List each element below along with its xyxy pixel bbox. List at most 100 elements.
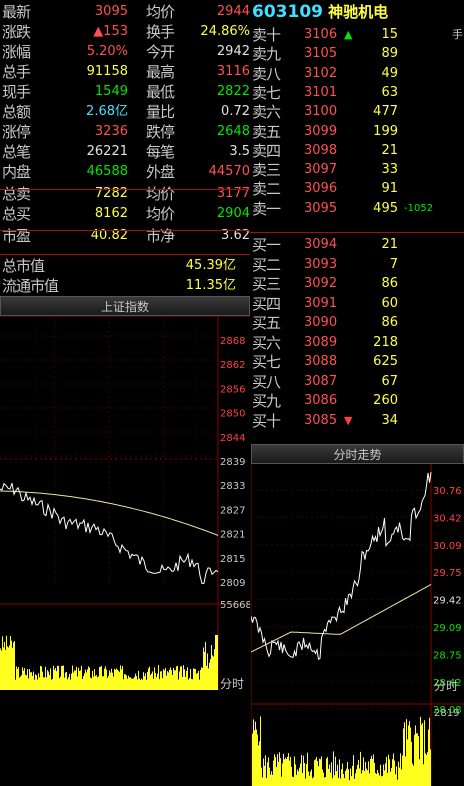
quote-value: 8162 xyxy=(94,206,128,221)
quote-value: 7282 xyxy=(94,186,128,201)
float-cap-row: 流通市值 11.35亿 xyxy=(0,276,250,296)
quote-label: 最低 xyxy=(146,83,175,101)
quote-label: 外盘 xyxy=(146,163,175,181)
divider xyxy=(0,189,250,190)
y-tick-label: 29.42 xyxy=(433,596,462,607)
quote-value: 0.72 xyxy=(221,104,250,119)
quote-label: 总笔 xyxy=(2,143,31,161)
stock-code: 603109 xyxy=(252,2,323,22)
orderbook-row[interactable]: 买十 3085 34 ▼ xyxy=(252,410,464,432)
divider xyxy=(0,254,250,255)
quote-row: 现手 1549 最低 2822 xyxy=(0,82,250,102)
quote-label: 现手 xyxy=(2,83,31,101)
orderbook-volume: 495 xyxy=(373,200,398,216)
quote-row: 内盘 46588 外盘 44570 xyxy=(0,162,250,182)
quote-value: 2904 xyxy=(216,206,250,221)
y-tick-label: 2844 xyxy=(220,433,245,444)
quote-label: 今开 xyxy=(146,43,175,61)
quote-value: 5.20% xyxy=(86,44,128,59)
quote-label: 总额 xyxy=(2,103,31,121)
stock-chart-title[interactable]: 分时走势 xyxy=(251,444,464,464)
quote-row: 涨幅 5.20% 今开 2942 xyxy=(0,42,250,62)
quote-row: 最新 3095 均价 2944 xyxy=(0,2,250,22)
y-tick-label: 2862 xyxy=(220,360,245,371)
quote-value: 2822 xyxy=(216,84,250,99)
quote-label: 涨幅 xyxy=(2,43,31,61)
quote-row: 总额 2.68亿 量比 0.72 xyxy=(0,102,250,122)
orderbook-volume: 34 xyxy=(381,412,398,428)
quote-label: 涨停 xyxy=(2,123,31,141)
quote-value: 3236 xyxy=(94,124,128,139)
quote-label: 总卖 xyxy=(2,185,31,203)
quote-row: 总买 8162 均价 2904 xyxy=(0,204,250,224)
quote-row: 涨跌 ▲153 换手 24.86% xyxy=(0,22,250,42)
quote-value: 2.68亿 xyxy=(86,104,128,119)
y-tick-label: 2868 xyxy=(220,336,245,347)
orderbook-level-label: 卖一 xyxy=(252,199,281,218)
quote-row: 总手 91158 最高 3116 xyxy=(0,62,250,82)
quote-label: 内盘 xyxy=(2,163,31,181)
quote-value: 1549 xyxy=(94,84,128,99)
quote-row: 市盈 40.82 市净 3.62 xyxy=(0,226,250,246)
quote-value: 3095 xyxy=(94,4,128,19)
quote-label: 总手 xyxy=(2,63,31,81)
market-cap-row: 总市值 45.39亿 xyxy=(0,256,250,276)
quote-value: 2944 xyxy=(216,4,250,19)
y-tick-label: 29.75 xyxy=(433,568,462,579)
quote-value: 44570 xyxy=(208,164,250,179)
divider xyxy=(250,232,464,233)
quote-row: 总笔 26221 每笔 3.5 xyxy=(0,142,250,162)
quote-value: 3.5 xyxy=(229,144,250,159)
quote-value: 24.86% xyxy=(200,24,250,39)
y-tick-label: 2839 xyxy=(220,457,245,468)
quote-value: 46588 xyxy=(86,164,128,179)
float-cap-label: 流通市值 xyxy=(2,277,59,295)
y-tick-label: 2833 xyxy=(220,481,245,492)
quote-value: 2942 xyxy=(216,44,250,59)
quote-label: 跌停 xyxy=(146,123,175,141)
orderbook-change: -1052 xyxy=(404,202,434,214)
quote-label: 市净 xyxy=(146,227,175,245)
stock-header[interactable]: 603109 神驰机电 xyxy=(252,1,464,23)
y-tick-label: 30.76 xyxy=(433,486,462,497)
quote-row: 总卖 7282 均价 3177 xyxy=(0,184,250,204)
market-cap-label: 总市值 xyxy=(2,257,45,275)
quote-value: 40.82 xyxy=(90,228,128,243)
y-tick-label: 2815 xyxy=(220,554,245,565)
y-tick-label: 28.75 xyxy=(433,650,462,661)
quote-value: 91158 xyxy=(86,64,128,79)
quote-value: 3116 xyxy=(216,64,250,79)
chart-bg xyxy=(0,316,250,690)
quote-label: 总买 xyxy=(2,205,31,223)
quote-label: 每笔 xyxy=(146,143,175,161)
intraday-chart[interactable]: 30.7630.4230.0929.7529.4229.0928.7528.42… xyxy=(251,464,464,786)
y-tick-label: 2821 xyxy=(220,530,245,541)
footer-label: 分时 xyxy=(220,677,244,690)
y-tick-label: 30.42 xyxy=(433,513,462,524)
index-chart-title[interactable]: 上证指数 xyxy=(0,296,250,316)
quote-value: 3.62 xyxy=(221,228,250,243)
y-tick-label: 2809 xyxy=(220,578,245,589)
orderbook-price: 3095 xyxy=(304,200,338,216)
quote-value: 26221 xyxy=(86,144,128,159)
y-tick-label: 30.09 xyxy=(433,541,462,552)
float-cap-value: 11.35亿 xyxy=(185,278,236,293)
y-tick-label: 2850 xyxy=(220,409,245,420)
index-chart[interactable]: 2868 2862 2856 2850 2844 2839 2833 2827 2821 2815… xyxy=(0,316,250,690)
market-cap-value: 45.39亿 xyxy=(185,258,236,273)
volume-max-label: 2819 xyxy=(434,708,459,719)
quote-value: ▲153 xyxy=(93,24,128,39)
orderbook-level-label: 买十 xyxy=(252,411,281,430)
stock-name: 神驰机电 xyxy=(328,3,389,21)
quote-label: 均价 xyxy=(146,3,175,21)
footer-label: 分时 xyxy=(434,679,458,693)
quote-row: 涨停 3236 跌停 2648 xyxy=(0,122,250,142)
orderbook-price: 3085 xyxy=(304,412,338,428)
y-tick-label: 2827 xyxy=(220,505,245,516)
volume-max-label: 55668 xyxy=(220,600,250,611)
quote-label: 均价 xyxy=(146,205,175,223)
quote-label: 最高 xyxy=(146,63,175,81)
quote-label: 市盈 xyxy=(2,227,31,245)
quote-label: 换手 xyxy=(146,23,175,41)
orderbook-row[interactable]: 卖一 3095 495 -1052 xyxy=(252,198,464,220)
